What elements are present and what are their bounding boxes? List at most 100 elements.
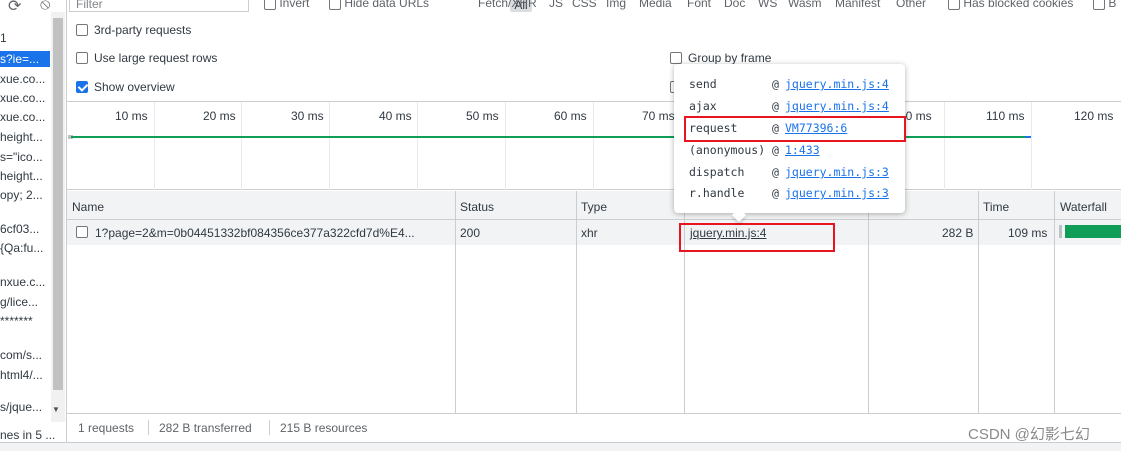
has-blocked-cookies-checkbox[interactable]: Has blocked cookies — [948, 0, 1073, 10]
type-filter-js[interactable]: JS — [549, 0, 563, 10]
source-line[interactable]: html4/... — [0, 368, 43, 382]
status-resources: 215 B resources — [280, 421, 368, 435]
source-line[interactable]: xue.co... — [0, 91, 45, 105]
callstack-function: r.handle — [689, 186, 745, 200]
source-line[interactable]: xue.co... — [0, 72, 45, 86]
filter-placeholder: Filter — [76, 0, 103, 11]
blocked-requests-label: B — [1108, 0, 1117, 10]
source-line[interactable]: 6cf03... — [0, 222, 39, 236]
source-line[interactable]: nes in 5 ... — [0, 428, 55, 442]
source-line[interactable]: nxue.c... — [0, 275, 45, 289]
request-name[interactable]: 1?page=2&m=0b04451332bf084356ce377a322cf… — [95, 226, 445, 240]
type-filter-ws[interactable]: WS — [758, 0, 777, 10]
overview-dom-content-line — [1025, 136, 1031, 138]
large-rows-label: Use large request rows — [94, 51, 218, 65]
callstack-location-link[interactable]: jquery.min.js:4 — [785, 77, 889, 91]
callstack-function: dispatch — [689, 165, 745, 179]
tick-label: 70 ms — [642, 109, 675, 123]
block-icon[interactable]: ⦸ — [40, 0, 50, 14]
type-filter-manifest[interactable]: Manifest — [835, 0, 880, 10]
tick-label: 120 ms — [1074, 109, 1114, 123]
reload-icon[interactable]: ⟳ — [8, 0, 21, 16]
column-divider[interactable] — [576, 191, 577, 413]
timeline-overview[interactable]: 10 ms 20 ms 30 ms 40 ms 50 ms 60 ms 70 m… — [67, 101, 1121, 190]
at-symbol: @ — [772, 77, 779, 91]
request-time: 109 ms — [1008, 226, 1048, 240]
callstack-location-link[interactable]: jquery.min.js:3 — [785, 186, 889, 200]
column-header-type[interactable]: Type — [581, 200, 607, 214]
callstack-location-link[interactable]: 1:433 — [785, 143, 820, 157]
has-blocked-cookies-label: Has blocked cookies — [963, 0, 1074, 10]
checkbox-icon[interactable] — [329, 0, 341, 10]
column-header-name[interactable]: Name — [72, 200, 104, 214]
column-divider[interactable] — [1054, 191, 1055, 413]
group-by-frame-label: Group by frame — [688, 51, 772, 65]
column-divider[interactable] — [868, 191, 869, 413]
bottom-drawer-edge — [0, 442, 1121, 451]
column-header-waterfall[interactable]: Waterfall — [1060, 200, 1107, 214]
grid-tick — [505, 102, 506, 190]
checkbox-icon[interactable] — [948, 0, 960, 10]
tick-label: 60 ms — [554, 109, 587, 123]
callstack-location-link[interactable]: jquery.min.js:4 — [785, 99, 889, 113]
row-checkbox-icon[interactable] — [76, 226, 88, 238]
hide-data-urls-checkbox[interactable]: Hide data URLs — [329, 0, 429, 10]
type-filter-other[interactable]: Other — [896, 0, 926, 10]
column-divider[interactable] — [455, 191, 456, 413]
show-overview-option[interactable]: Show overview — [76, 80, 175, 94]
checkbox-icon[interactable] — [76, 23, 88, 36]
request-size: 282 B — [942, 226, 974, 240]
source-line[interactable]: s="ico... — [0, 150, 43, 164]
grid-tick — [241, 102, 242, 190]
filter-bar: Filter Invert Hide data URLs All Fetch/X… — [67, 0, 1121, 12]
callstack-function: ajax — [689, 99, 717, 113]
tick-label: 30 ms — [291, 109, 324, 123]
type-filter-wasm[interactable]: Wasm — [788, 0, 822, 10]
source-line[interactable]: ******* — [0, 314, 33, 328]
source-line[interactable]: s/jque... — [0, 400, 42, 414]
type-filter-css[interactable]: CSS — [572, 0, 597, 10]
status-bar: 1 requests 282 B transferred 215 B resou… — [67, 413, 1121, 442]
source-line[interactable]: {Qa:fu... — [0, 241, 43, 255]
source-line[interactable]: xue.co... — [0, 110, 45, 124]
tick-label: 110 ms — [986, 109, 1025, 123]
source-line[interactable]: opy; 2... — [0, 188, 43, 202]
blocked-requests-checkbox[interactable]: B — [1093, 0, 1116, 10]
type-filter-font[interactable]: Font — [687, 0, 711, 10]
large-rows-option[interactable]: Use large request rows — [76, 51, 217, 65]
source-line[interactable]: 1 — [0, 31, 7, 45]
at-symbol: @ — [772, 186, 779, 200]
grid-tick — [154, 102, 155, 190]
scroll-down-arrow-icon[interactable]: ▼ — [52, 405, 60, 414]
checkbox-checked-icon[interactable] — [76, 80, 88, 93]
column-header-time[interactable]: Time — [983, 200, 1009, 214]
callstack-frame: ajax @ jquery.min.js:4 — [689, 99, 889, 113]
checkbox-icon[interactable] — [670, 51, 682, 64]
checkbox-icon[interactable] — [76, 51, 88, 64]
third-party-requests-option[interactable]: 3rd-party requests — [76, 23, 191, 37]
column-header-status[interactable]: Status — [460, 200, 494, 214]
waterfall-queue-bar — [1059, 225, 1062, 238]
type-filter-img[interactable]: Img — [606, 0, 626, 10]
source-line[interactable]: height... — [0, 169, 43, 183]
source-line[interactable]: g/lice... — [0, 295, 38, 309]
filter-input[interactable]: Filter — [69, 0, 249, 12]
type-filter-fetch-xhr[interactable]: Fetch/XHR — [478, 0, 537, 10]
at-symbol: @ — [772, 165, 779, 179]
table-row[interactable]: 1?page=2&m=0b04451332bf084356ce377a322cf… — [67, 220, 1121, 245]
callstack-location-link[interactable]: jquery.min.js:3 — [785, 165, 889, 179]
request-type: xhr — [581, 226, 598, 240]
grid-tick — [593, 102, 594, 190]
scrollbar-thumb[interactable] — [53, 18, 63, 390]
invert-checkbox[interactable]: Invert — [264, 0, 309, 10]
checkbox-icon[interactable] — [264, 0, 276, 10]
source-line-selected[interactable]: s?ie=... — [0, 51, 50, 67]
source-line[interactable]: height... — [0, 130, 43, 144]
grid-tick — [1031, 102, 1032, 190]
column-divider[interactable] — [978, 191, 979, 413]
type-filter-media[interactable]: Media — [639, 0, 672, 10]
group-by-frame-option[interactable]: Group by frame — [670, 51, 771, 65]
source-line[interactable]: com/s... — [0, 348, 42, 362]
checkbox-icon[interactable] — [1093, 0, 1105, 10]
type-filter-doc[interactable]: Doc — [724, 0, 745, 10]
